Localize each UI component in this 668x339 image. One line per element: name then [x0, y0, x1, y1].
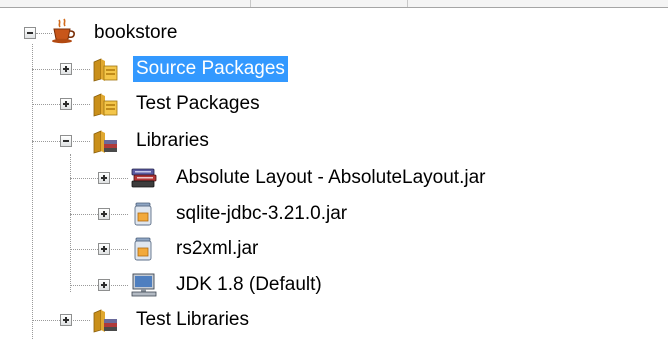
tree-node-label: sqlite-jdbc-3.21.0.jar — [176, 203, 348, 224]
tree-guide-line — [32, 44, 33, 339]
tree-node-label: Absolute Layout - AbsoluteLayout.jar — [176, 167, 486, 188]
expand-toggle[interactable] — [98, 243, 110, 255]
column-divider[interactable] — [407, 0, 408, 7]
tree-node-label: rs2xml.jar — [176, 238, 259, 259]
collapse-toggle[interactable] — [24, 27, 36, 39]
tree-node-label: Libraries — [136, 130, 209, 151]
library-folder-icon — [93, 309, 117, 333]
computer-icon — [131, 273, 157, 297]
coffee-cup-project-icon — [52, 18, 75, 44]
tree-node-label: bookstore — [94, 22, 178, 43]
tree-node-label: JDK 1.8 (Default) — [176, 274, 322, 295]
tree-node-label: Test Libraries — [136, 309, 249, 330]
header-strip — [0, 0, 668, 8]
book-stack-icon — [131, 168, 157, 188]
tree-node-label: Source Packages — [133, 56, 288, 82]
collapse-toggle[interactable] — [60, 135, 72, 147]
column-divider[interactable] — [250, 0, 251, 7]
library-folder-icon — [93, 130, 117, 154]
expand-toggle[interactable] — [60, 98, 72, 110]
expand-toggle[interactable] — [60, 314, 72, 326]
expand-toggle[interactable] — [60, 63, 72, 75]
tree-node-label: Test Packages — [136, 93, 260, 114]
project-tree: bookstore Source Packages Test Packages — [0, 0, 668, 339]
expand-toggle[interactable] — [98, 208, 110, 220]
expand-toggle[interactable] — [98, 279, 110, 291]
package-folder-icon — [93, 58, 118, 82]
jar-icon — [134, 237, 152, 261]
package-folder-icon — [93, 93, 118, 117]
jar-icon — [134, 202, 152, 226]
tree-guide-line — [70, 154, 71, 292]
expand-toggle[interactable] — [98, 172, 110, 184]
